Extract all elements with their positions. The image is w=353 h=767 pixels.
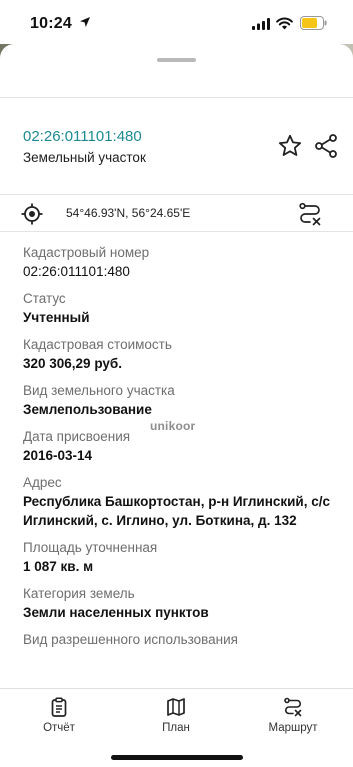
parcel-cadastral-title[interactable]: 02:26:011101:480: [23, 128, 142, 145]
watermark-logo: unikoor: [150, 419, 196, 433]
home-indicator[interactable]: [111, 755, 243, 760]
field-status: Статус Учтенный: [23, 290, 338, 327]
map-icon: [167, 698, 185, 716]
clipboard-icon: [51, 697, 67, 717]
field-label: Категория земель: [23, 586, 135, 601]
field-label: Адрес: [23, 475, 62, 490]
field-value: 2016-03-14: [23, 448, 93, 463]
field-label: Площадь уточненная: [23, 540, 158, 555]
tab-report[interactable]: Отчёт: [14, 697, 104, 734]
parcel-info-sheet: 02:26:011101:480 Земельный участок 54°46…: [0, 44, 353, 694]
field-label: Кадастровый номер: [23, 245, 150, 260]
share-icon[interactable]: [313, 133, 339, 159]
field-value: 1 087 кв. м: [23, 559, 94, 574]
field-assigned-date: Дата присвоения 2016-03-14: [23, 428, 338, 465]
field-label: Кадастровая стоимость: [23, 337, 172, 352]
field-value[interactable]: 02:26:011101:480: [23, 262, 338, 281]
route-clear-icon[interactable]: [297, 201, 323, 227]
field-value: Республика Башкортостан, р-н Иглинский, …: [23, 494, 330, 528]
status-time: 10:24: [30, 15, 72, 32]
coordinates-row: 54°46.93'N, 56°24.65'E: [0, 194, 353, 232]
bottom-tab-bar: Отчёт План Маршрут: [0, 688, 353, 767]
screen: 10:24 02:26:011101:480 Земельный участок: [0, 0, 353, 767]
tab-report-label: Отчёт: [43, 722, 75, 734]
field-label: Статус: [23, 291, 66, 306]
field-value: 320 306,29 руб.: [23, 356, 122, 371]
sheet-grabber[interactable]: [157, 58, 196, 62]
tab-route-label: Маршрут: [268, 722, 318, 734]
star-icon[interactable]: [277, 133, 303, 159]
status-bar: 10:24: [0, 0, 353, 44]
wifi-icon: [276, 17, 293, 30]
tab-plan-label: План: [162, 722, 190, 734]
field-address: Адрес Республика Башкортостан, р-н Иглин…: [23, 474, 338, 530]
field-cadastral-number: Кадастровый номер 02:26:011101:480: [23, 244, 338, 281]
field-permitted-use: Вид разрешенного использования: [23, 631, 338, 649]
field-value: Землепользование: [23, 402, 152, 417]
field-land-category: Категория земель Земли населенных пункто…: [23, 585, 338, 622]
battery-icon: [300, 16, 327, 30]
field-value: Учтенный: [23, 310, 90, 325]
field-parcel-kind: Вид земельного участка Землепользование: [23, 382, 338, 419]
field-area: Площадь уточненная 1 087 кв. м: [23, 539, 338, 576]
field-label: Вид земельного участка: [23, 383, 175, 398]
cellular-signal-icon: [252, 18, 270, 30]
route-icon: [284, 697, 302, 717]
field-value: Земли населенных пунктов: [23, 605, 209, 620]
field-label: Вид разрешенного использования: [23, 632, 238, 647]
crosshair-icon[interactable]: [21, 203, 43, 225]
tab-route[interactable]: Маршрут: [248, 697, 338, 734]
coordinates-text[interactable]: 54°46.93'N, 56°24.65'E: [66, 206, 190, 220]
parcel-fields: Кадастровый номер 02:26:011101:480 Стату…: [23, 244, 338, 658]
parcel-type-label: Земельный участок: [23, 150, 146, 165]
field-cadastral-cost: Кадастровая стоимость 320 306,29 руб.: [23, 336, 338, 373]
divider: [0, 97, 353, 98]
location-arrow-icon: [80, 17, 90, 27]
tab-plan[interactable]: План: [131, 697, 221, 734]
